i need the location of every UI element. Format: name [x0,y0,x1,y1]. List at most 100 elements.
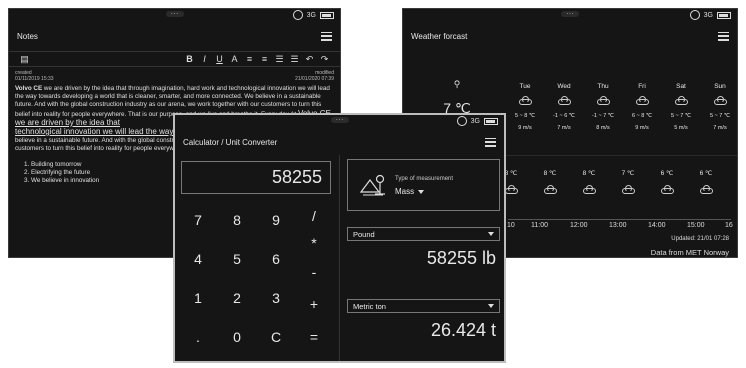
key-minus[interactable]: - [299,261,329,283]
day-wind: 7 m/s [713,125,727,131]
battery-icon [484,117,498,125]
hourly-temp: 7 ℃ [621,170,635,177]
forecast-day[interactable]: Thu -1 ~ 7 ℃ 8 m/s [588,83,618,131]
day-temp-range: 5 ~ 7 ℃ [709,113,731,119]
menu-icon[interactable] [718,31,729,41]
key-3[interactable]: 3 [261,287,291,309]
key-0[interactable]: 0 [222,326,252,348]
time-tick: 15:00 [687,222,705,229]
note-meta: created 01/11/2019 15:33 modified 21/01/20… [15,70,334,82]
redo-button[interactable]: ↷ [317,54,332,65]
status-bar: ··· 3G [9,9,340,21]
hourly-temp: 6 ℃ [660,170,674,177]
day-name: Fri [638,83,646,90]
hourly-temp: 8 ℃ [582,170,596,177]
modified-date: 21/01/2020 07:39 [295,76,334,82]
day-temp-range: -1 ~ 7 ℃ [592,113,614,119]
weather-title: Weather forcast [411,31,468,41]
to-value: 26.424 t [430,320,496,340]
network-label: 3G [703,11,713,19]
battery-icon [717,11,731,19]
network-label: 3G [470,117,480,125]
measurement-value: Mass [395,187,415,196]
cloud-icon [673,96,689,105]
measurement-label: Type of measurement [395,176,454,182]
forecast-day[interactable]: Sat 5 ~ 7 ℃ 5 m/s [666,83,696,131]
new-note-icon[interactable]: ▤ [17,54,32,65]
day-wind: 9 m/s [635,125,649,131]
time-tick: 13:00 [609,222,627,229]
hourly-temp: 8 ℃ [543,170,557,177]
key-2[interactable]: 2 [222,287,252,309]
signal-icon [292,10,303,20]
day-name: Sat [676,83,686,90]
hourly-item: 6 ℃ [691,169,721,196]
key-5[interactable]: 5 [222,248,252,270]
location-pin-icon[interactable]: ⚲ [437,79,477,90]
measurement-icon [359,174,385,196]
time-tick: 16 [725,222,733,229]
time-tick: 11:00 [531,222,548,229]
key-equals[interactable]: = [299,326,329,348]
measurement-type-selector[interactable]: Type of measurement Mass [347,159,500,211]
menu-icon[interactable] [485,137,496,147]
from-unit-label: Pound [353,229,375,239]
notes-title: Notes [17,31,38,41]
day-wind: 9 m/s [518,125,532,131]
italic-button[interactable]: I [197,54,212,64]
key-multiply[interactable]: * [299,232,329,254]
key-clear[interactable]: C [261,326,291,348]
align-center-icon[interactable]: ≡ [257,54,272,64]
key-divide[interactable]: / [299,205,329,227]
day-name: Sun [714,83,726,90]
status-bar: ··· 3G [403,9,737,21]
time-tick: 14:00 [648,222,666,229]
key-decimal[interactable]: . [183,326,213,348]
key-plus[interactable]: + [299,293,329,315]
to-unit-label: Metric ton [353,301,386,311]
key-9[interactable]: 9 [261,209,291,231]
status-bar: ··· 3G [175,115,504,127]
day-name: Tue [519,83,531,90]
measurement-dropdown[interactable]: Mass [395,187,425,196]
to-unit-select[interactable]: Metric ton [347,299,500,313]
calculator-title: Calculator / Unit Converter [183,137,278,147]
signal-icon [456,116,467,126]
updated-time: Updated: 21/01 07:28 [671,236,729,242]
keypad-panel: 58255 7 8 9 / 4 5 6 * 1 2 3 - . 0 C + = [175,155,340,361]
underline-button[interactable]: U [212,54,227,64]
battery-icon [320,11,334,19]
forecast-day[interactable]: Wed -1 ~ 6 ℃ 7 m/s [549,83,579,131]
hourly-temp: 6 ℃ [699,170,713,177]
day-temp-range: -1 ~ 6 ℃ [553,113,575,119]
undo-button[interactable]: ↶ [302,54,317,65]
chevron-down-icon [418,189,425,194]
key-6[interactable]: 6 [261,248,291,270]
from-unit-select[interactable]: Pound [347,227,500,241]
text-size-button[interactable]: A [227,54,242,64]
forecast-day[interactable]: Sun 5 ~ 7 ℃ 7 m/s [705,83,735,131]
menu-icon[interactable] [321,31,332,41]
cloud-icon [595,96,611,105]
cloud-icon [620,185,636,194]
bold-button[interactable]: B [182,54,197,64]
forecast-day[interactable]: Tue 5 ~ 8 ℃ 9 m/s [510,83,540,131]
rain-cloud-icon [712,96,728,105]
align-left-icon[interactable]: ≡ [242,54,257,64]
cloud-icon [698,185,714,194]
day-wind: 5 m/s [674,125,688,131]
hourly-item: 7 ℃ [613,169,643,196]
forecast-day[interactable]: Fri 6 ~ 8 ℃ 9 m/s [627,83,657,131]
from-value: 58255 lb [426,248,496,268]
key-1[interactable]: 1 [183,287,213,309]
chevron-down-icon [488,304,494,308]
day-wind: 8 m/s [596,125,610,131]
key-8[interactable]: 8 [222,209,252,231]
calculator-titlebar: Calculator / Unit Converter [175,129,504,155]
numbered-list-icon[interactable]: ☰ [287,54,302,65]
bullet-list-icon[interactable]: ☰ [272,54,287,65]
signal-icon [689,10,700,20]
key-4[interactable]: 4 [183,248,213,270]
notes-toolbar: ▤ B I U A ≡ ≡ ☰ ☰ ↶ ↷ [9,51,340,67]
key-7[interactable]: 7 [183,209,213,231]
